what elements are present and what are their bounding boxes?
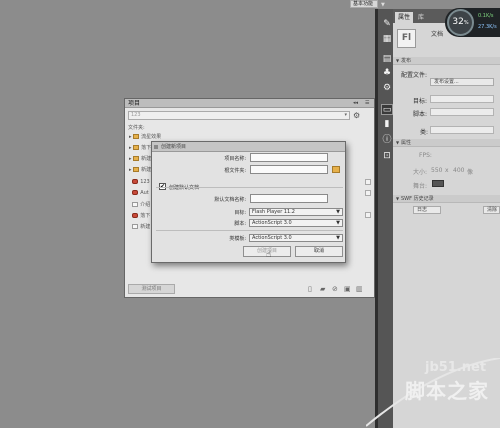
fps-label: FPS: bbox=[419, 152, 432, 159]
list-item[interactable]: 介绍 bbox=[129, 201, 150, 208]
publish-settings-button[interactable]: 发布设置... bbox=[430, 78, 494, 86]
size-width[interactable]: 550 bbox=[431, 167, 442, 174]
size-height[interactable]: 400 bbox=[453, 167, 464, 174]
watermark-site: jb51.net bbox=[425, 360, 487, 375]
target-select[interactable]: Flash Player 11.2 ▼ bbox=[249, 208, 343, 216]
list-item[interactable]: 新建 bbox=[129, 223, 150, 230]
project-name-field[interactable] bbox=[250, 153, 328, 162]
script-label: 脚本: bbox=[234, 221, 246, 227]
upload-speed: 0.1K/s bbox=[478, 13, 494, 19]
test-project-button[interactable]: 测试项目 bbox=[128, 284, 175, 294]
document-type-icon: Fl bbox=[397, 29, 416, 48]
image-icon[interactable]: ▦ bbox=[381, 34, 393, 45]
list-item[interactable]: ▸ 新建 bbox=[129, 155, 151, 162]
component-icon[interactable]: ♣ bbox=[381, 68, 393, 79]
files-label: 文件夹: bbox=[128, 125, 145, 131]
class-label: 类: bbox=[420, 129, 429, 136]
save-icon[interactable]: ▣ bbox=[344, 285, 351, 293]
new-file-icon[interactable]: ▯ bbox=[308, 285, 312, 293]
target-label: 目标: bbox=[413, 98, 428, 105]
dialog-title-bar[interactable]: 创建新项目 bbox=[152, 142, 345, 152]
chevron-down-icon: ▼ bbox=[336, 235, 340, 241]
project-panel-title-bar[interactable]: 项目 ◂◂ ☰ bbox=[125, 99, 374, 108]
list-item[interactable]: Aut bbox=[129, 190, 149, 196]
chevron-down-icon[interactable]: ▼ bbox=[381, 2, 385, 8]
script-label: 脚本: bbox=[413, 111, 428, 118]
list-item[interactable]: ▸ 流星效果 bbox=[129, 133, 161, 140]
section-properties[interactable]: ▼ 属性 bbox=[393, 139, 500, 147]
target-select[interactable] bbox=[430, 95, 494, 103]
folder-icon bbox=[133, 167, 140, 172]
section-swf-history[interactable]: ▼ SWF 历史记录 bbox=[393, 195, 500, 203]
list-item[interactable]: ▸ 新建 bbox=[129, 166, 151, 173]
template-select[interactable]: ActionScript 3.0 ▼ bbox=[249, 234, 343, 242]
section-publish[interactable]: ▼ 发布 bbox=[393, 57, 500, 65]
flash-file-icon bbox=[132, 190, 139, 195]
paint-icon[interactable]: ✎ bbox=[381, 19, 393, 30]
log-button[interactable]: 日志 bbox=[413, 206, 441, 214]
tab-properties[interactable]: 属性 bbox=[395, 12, 414, 23]
root-folder-field[interactable] bbox=[250, 165, 328, 174]
publish-checkbox[interactable] bbox=[365, 179, 371, 185]
publish-checkbox[interactable] bbox=[365, 212, 371, 218]
library-icon[interactable]: ▭ bbox=[381, 104, 393, 115]
project-selector[interactable]: 123 ▾ bbox=[128, 111, 350, 120]
flash-file-icon bbox=[132, 213, 139, 218]
create-project-dialog: 创建新项目 项目名称: 根文件夹: ✔ 创建默认文档 默认文档名称: 目标: F… bbox=[151, 141, 346, 263]
folder-icon bbox=[133, 145, 140, 150]
pointer-hand-icon: ☝ bbox=[266, 250, 272, 260]
list-item[interactable]: 落下 bbox=[129, 212, 150, 219]
download-speed: 27.3K/s bbox=[478, 24, 497, 30]
script-select[interactable]: ActionScript 3.0 ▼ bbox=[249, 219, 343, 227]
gear-icon[interactable]: ⚙ bbox=[353, 111, 360, 120]
list-item[interactable]: 123 bbox=[129, 179, 150, 185]
folder-icon bbox=[133, 134, 140, 139]
target-label: 目标: bbox=[234, 210, 246, 216]
top-bar: 基本功能 ▼ bbox=[0, 0, 500, 9]
root-folder-label: 根文件夹: bbox=[224, 168, 246, 174]
text-file-icon bbox=[132, 224, 139, 229]
flash-file-icon bbox=[132, 179, 139, 184]
chevron-down-icon: ▾ bbox=[344, 112, 347, 118]
size-unit: 像 bbox=[467, 169, 474, 176]
size-label: 大小: bbox=[413, 169, 428, 176]
info-icon[interactable]: ⓘ bbox=[381, 135, 393, 146]
default-doc-name-field[interactable] bbox=[250, 194, 328, 203]
text-file-icon bbox=[132, 202, 139, 207]
size-x: x bbox=[445, 167, 449, 174]
chart-icon[interactable]: ▤ bbox=[381, 54, 393, 65]
folder-icon[interactable]: ▰ bbox=[320, 285, 325, 293]
stage-color-swatch[interactable] bbox=[432, 180, 444, 187]
class-field[interactable] bbox=[430, 126, 494, 134]
template-label: 类模板: bbox=[229, 236, 246, 242]
stage-label: 舞台: bbox=[413, 183, 428, 190]
delete-icon[interactable]: ▥ bbox=[356, 285, 363, 293]
transform-icon[interactable]: ⚙ bbox=[381, 83, 393, 94]
perf-percent[interactable]: 32% bbox=[447, 9, 474, 36]
script-select[interactable] bbox=[430, 108, 494, 116]
clear-button[interactable]: 清除 bbox=[483, 206, 500, 214]
align-icon[interactable]: ⊡ bbox=[381, 151, 393, 162]
cancel-button[interactable]: 取消 bbox=[295, 246, 343, 257]
list-item[interactable]: ▸ 落下 bbox=[129, 144, 151, 151]
chevron-down-icon: ▼ bbox=[336, 220, 340, 226]
browse-folder-icon[interactable] bbox=[332, 166, 340, 173]
workspace-switcher[interactable]: 基本功能 bbox=[350, 0, 378, 8]
tab-library[interactable]: 库 bbox=[415, 12, 427, 23]
profile-label: 配置文件: bbox=[401, 72, 428, 79]
project-name-label: 项目名称: bbox=[224, 156, 246, 162]
collapse-icon[interactable]: ◂◂ bbox=[353, 99, 358, 108]
chevron-down-icon: ▼ bbox=[336, 209, 340, 215]
link-icon[interactable]: ⊘ bbox=[332, 285, 338, 293]
dialog-icon bbox=[154, 145, 158, 149]
document-label: 文档 bbox=[431, 31, 444, 38]
default-doc-name-label: 默认文档名称: bbox=[214, 197, 246, 203]
publish-checkbox[interactable] bbox=[365, 190, 371, 196]
watermark-brand: 脚本之家 bbox=[405, 379, 489, 403]
properties-icon[interactable]: ▮ bbox=[381, 119, 393, 130]
folder-icon bbox=[133, 156, 140, 161]
menu-icon[interactable]: ☰ bbox=[365, 99, 369, 108]
